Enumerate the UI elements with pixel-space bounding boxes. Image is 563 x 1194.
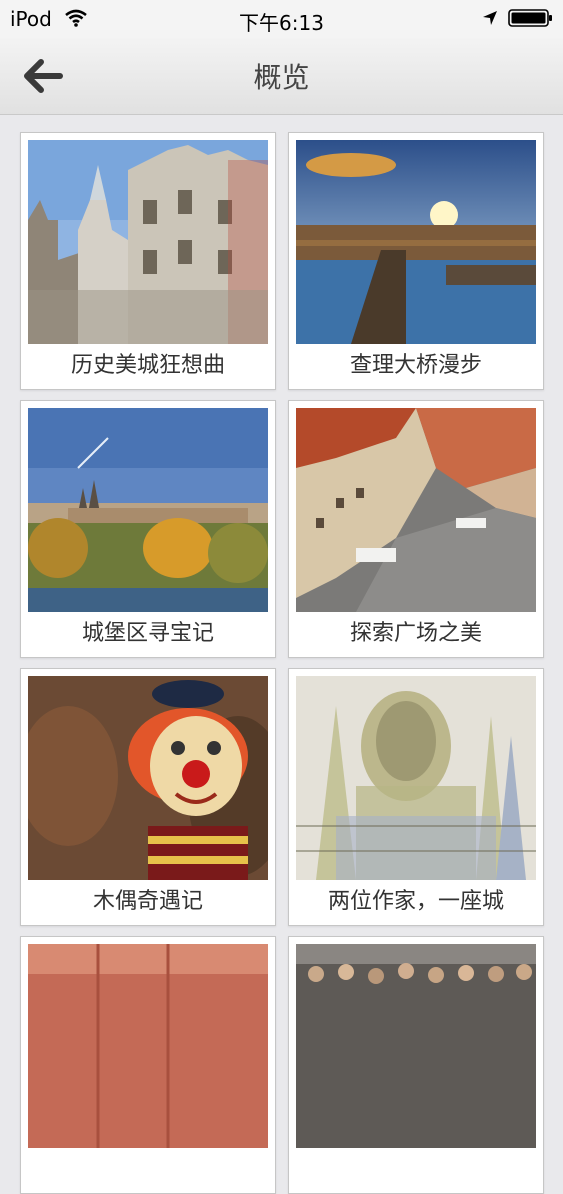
crowd-in-square-photo [296, 944, 536, 1148]
tour-card-title: 历史美城狂想曲 [70, 353, 225, 378]
tour-card[interactable]: 探索广场之美 [288, 400, 544, 658]
tour-card-title: 查理大桥漫步 [349, 353, 482, 378]
location-arrow-icon [482, 10, 498, 30]
tour-card[interactable]: 城堡区寻宝记 [20, 400, 276, 658]
prague-old-town-towers-photo [28, 140, 268, 344]
tour-card-title: 两位作家，一座城 [327, 889, 504, 914]
charles-bridge-sunset-photo [296, 140, 536, 344]
tour-card-title [21, 1150, 275, 1190]
tour-card-title: 城堡区寻宝记 [81, 621, 214, 646]
navigation-bar: 概览 [0, 38, 563, 115]
battery-icon [508, 9, 554, 31]
red-painted-wall-photo [28, 944, 268, 1148]
tour-card[interactable]: 木偶奇遇记 [20, 668, 276, 926]
tour-card[interactable]: 两位作家，一座城 [288, 668, 544, 926]
tour-card[interactable]: 历史美城狂想曲 [20, 132, 276, 390]
kafka-city-mural-photo [296, 676, 536, 880]
tour-card-title: 探索广场之美 [349, 621, 482, 646]
page-title: 概览 [253, 61, 310, 94]
tour-card-title [289, 1150, 543, 1190]
tour-card-title: 木偶奇遇记 [92, 889, 203, 914]
prague-castle-autumn-photo [28, 408, 268, 612]
tour-card[interactable]: 查理大桥漫步 [288, 132, 544, 390]
status-time: 下午6:13 [239, 11, 324, 35]
clown-marionette-photo [28, 676, 268, 880]
tour-card[interactable] [20, 936, 276, 1194]
old-town-square-aerial-photo [296, 408, 536, 612]
status-bar: iPod 下午6:13 [0, 0, 563, 38]
tour-card[interactable] [288, 936, 544, 1194]
